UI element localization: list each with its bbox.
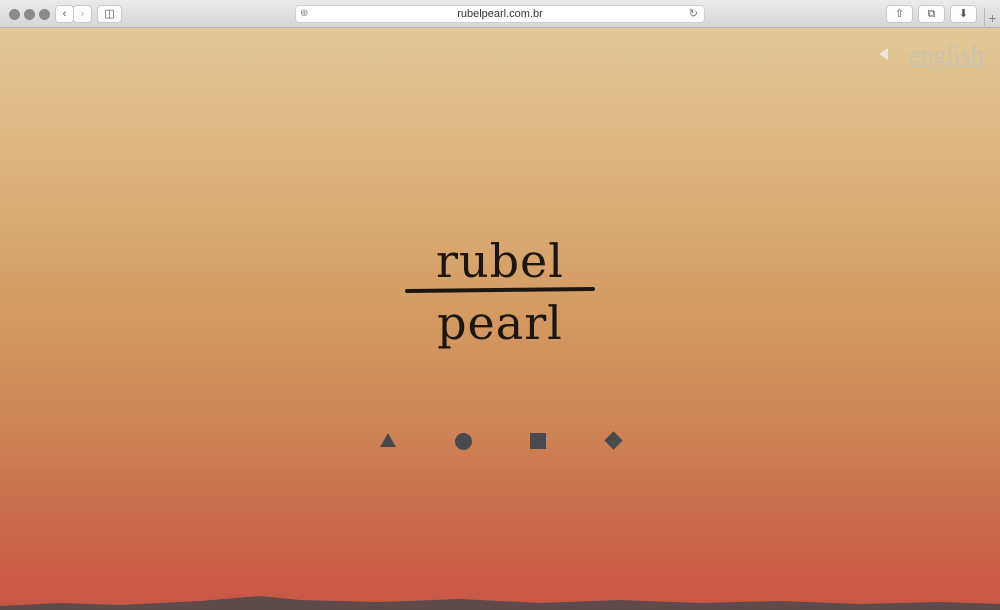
- triangle-icon[interactable]: [380, 433, 396, 447]
- reload-icon[interactable]: ↻: [689, 6, 698, 22]
- address-bar[interactable]: ⊕ rubelpearl.com.br ↻: [295, 5, 705, 23]
- logo-divider: [404, 287, 596, 293]
- back-button[interactable]: ‹: [55, 5, 74, 23]
- sidebar-toggle-button[interactable]: ◫: [97, 5, 122, 23]
- new-tab-button[interactable]: +: [984, 8, 1000, 28]
- mountain-silhouette: [0, 596, 1000, 610]
- downloads-button[interactable]: ⬇: [950, 5, 977, 23]
- language-link[interactable]: english: [909, 40, 984, 70]
- url-text: rubelpearl.com.br: [457, 8, 543, 20]
- close-window-button[interactable]: [9, 9, 20, 20]
- zoom-window-button[interactable]: [39, 9, 50, 20]
- share-button[interactable]: ⇧: [886, 5, 913, 23]
- square-icon[interactable]: [530, 433, 546, 449]
- browser-toolbar: ‹ › ◫ ⊕ rubelpearl.com.br ↻ ⇧ ⧉ ⬇ +: [0, 0, 1000, 28]
- speaker-icon[interactable]: [879, 48, 888, 60]
- logo-bottom: pearl: [437, 296, 563, 350]
- forward-button[interactable]: ›: [73, 5, 92, 23]
- logo: rubel pearl: [404, 234, 596, 350]
- minimize-window-button[interactable]: [24, 9, 35, 20]
- logo-top: rubel: [436, 234, 564, 288]
- circle-icon[interactable]: [455, 433, 472, 450]
- page-background: english rubel pearl: [0, 28, 1000, 610]
- reader-icon: ⊕: [300, 8, 309, 19]
- tabs-button[interactable]: ⧉: [918, 5, 945, 23]
- diamond-icon[interactable]: [604, 431, 623, 450]
